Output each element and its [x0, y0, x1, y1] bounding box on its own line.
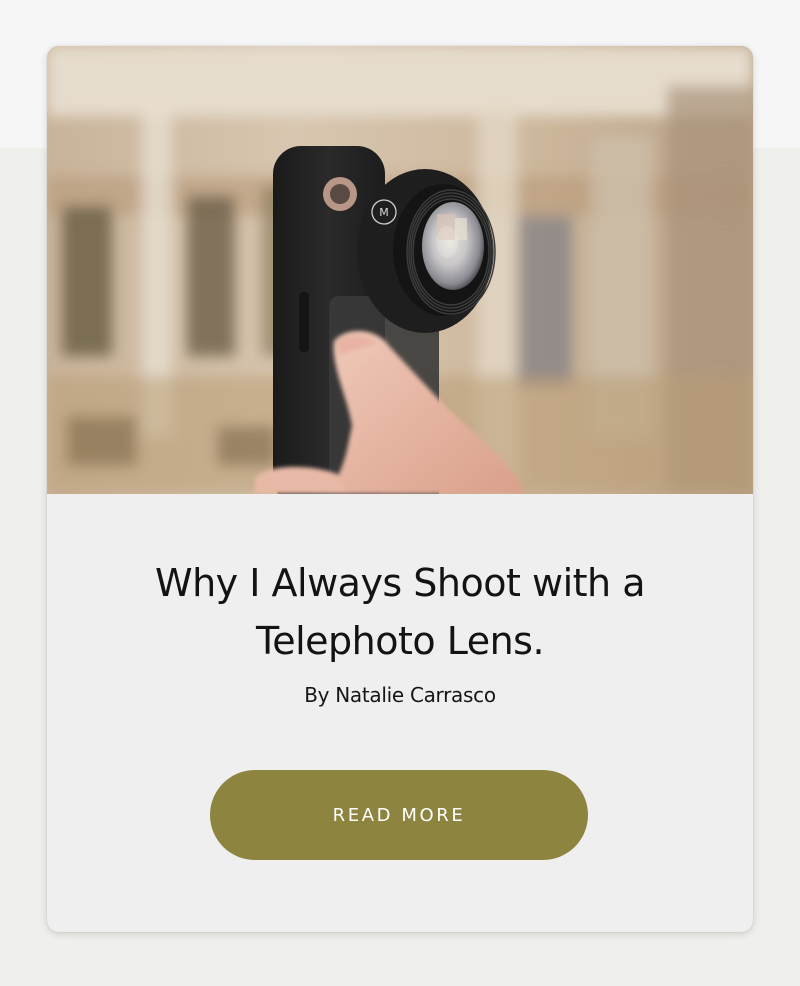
read-more-button[interactable]: READ MORE — [210, 770, 588, 860]
article-byline: By Natalie Carrasco — [304, 683, 496, 707]
article-card: M Why I Always Shoot with a Telephoto Le… — [47, 46, 753, 932]
article-title[interactable]: Why I Always Shoot with a Telephoto Lens… — [87, 554, 713, 670]
article-hero-image[interactable]: M — [47, 46, 753, 494]
article-card-body: Why I Always Shoot with a Telephoto Lens… — [47, 494, 753, 932]
lens-badge-text: M — [379, 206, 389, 219]
